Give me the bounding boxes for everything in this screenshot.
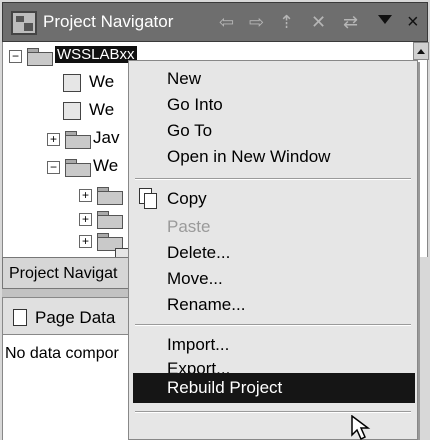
view-title-bar: Project Navigator ⇦ ⇨ ⇡ ✕ ⇄ × bbox=[2, 2, 428, 42]
web-folder-icon bbox=[65, 159, 91, 177]
copy-icon bbox=[139, 188, 157, 209]
menu-separator bbox=[135, 324, 411, 326]
java-resources-icon bbox=[65, 131, 91, 149]
tree-item-label: WSSLABxx bbox=[55, 46, 137, 63]
menu-item-go-into[interactable]: Go Into bbox=[167, 95, 223, 115]
page-data-label: Page Data bbox=[35, 308, 116, 327]
menu-item-rename[interactable]: Rename... bbox=[167, 295, 245, 315]
divider bbox=[2, 289, 147, 297]
forward-arrow-icon[interactable]: ⇨ bbox=[249, 13, 264, 31]
menu-item-rebuild-project[interactable]: Rebuild Project bbox=[133, 373, 415, 403]
project-icon bbox=[27, 48, 53, 66]
menu-item-import[interactable]: Import... bbox=[167, 335, 229, 355]
tab-label: Project Navigat bbox=[9, 265, 118, 282]
deployment-descriptor-icon bbox=[63, 74, 81, 92]
expand-toggle[interactable]: + bbox=[79, 213, 92, 226]
view-menu-icon[interactable] bbox=[378, 15, 392, 24]
menu-item-open-new-window[interactable]: Open in New Window bbox=[167, 147, 330, 167]
context-menu: New Go Into Go To Open in New Window Cop… bbox=[128, 60, 418, 440]
menu-item-move[interactable]: Move... bbox=[167, 269, 223, 289]
menu-separator bbox=[135, 411, 411, 413]
view-title: Project Navigator bbox=[43, 12, 174, 31]
folder-icon bbox=[97, 187, 123, 205]
expand-toggle[interactable]: + bbox=[79, 189, 92, 202]
menu-item-new[interactable]: New bbox=[167, 69, 201, 89]
collapse-all-icon[interactable]: ✕ bbox=[311, 13, 326, 31]
up-arrow-icon[interactable]: ⇡ bbox=[279, 13, 294, 31]
menu-item-paste: Paste bbox=[167, 217, 211, 236]
folder-icon bbox=[97, 233, 123, 251]
menu-item-copy[interactable]: Copy bbox=[167, 189, 207, 209]
web-content-icon bbox=[63, 102, 81, 120]
close-icon[interactable]: × bbox=[407, 12, 419, 32]
folder-icon bbox=[97, 211, 123, 229]
expand-toggle[interactable]: + bbox=[79, 235, 92, 248]
tree-item-label: Jav bbox=[93, 128, 120, 147]
collapse-toggle[interactable]: − bbox=[47, 161, 60, 174]
menu-item-delete[interactable]: Delete... bbox=[167, 243, 230, 263]
expand-toggle[interactable]: + bbox=[47, 133, 60, 146]
mouse-cursor-icon bbox=[351, 415, 371, 440]
back-arrow-icon[interactable]: ⇦ bbox=[219, 13, 234, 31]
tree-item-label: We bbox=[93, 156, 119, 175]
menu-separator bbox=[135, 178, 411, 180]
page-data-view: No data compor bbox=[2, 335, 147, 440]
tree-item-label: We bbox=[89, 72, 115, 91]
tree-item-label: We bbox=[89, 100, 115, 119]
menu-item-go-to[interactable]: Go To bbox=[167, 121, 212, 141]
page-data-tab[interactable]: Page Data bbox=[2, 297, 147, 335]
tab-project-navigator[interactable]: Project Navigat bbox=[2, 257, 147, 289]
collapse-toggle[interactable]: − bbox=[9, 50, 22, 63]
scroll-up-button[interactable] bbox=[413, 42, 429, 60]
link-with-editor-icon[interactable]: ⇄ bbox=[343, 13, 358, 31]
page-data-empty-text: No data compor bbox=[5, 345, 119, 362]
menu-item-label: Rebuild Project bbox=[167, 378, 283, 397]
project-navigator-icon bbox=[11, 11, 37, 35]
page-data-icon bbox=[13, 309, 27, 326]
